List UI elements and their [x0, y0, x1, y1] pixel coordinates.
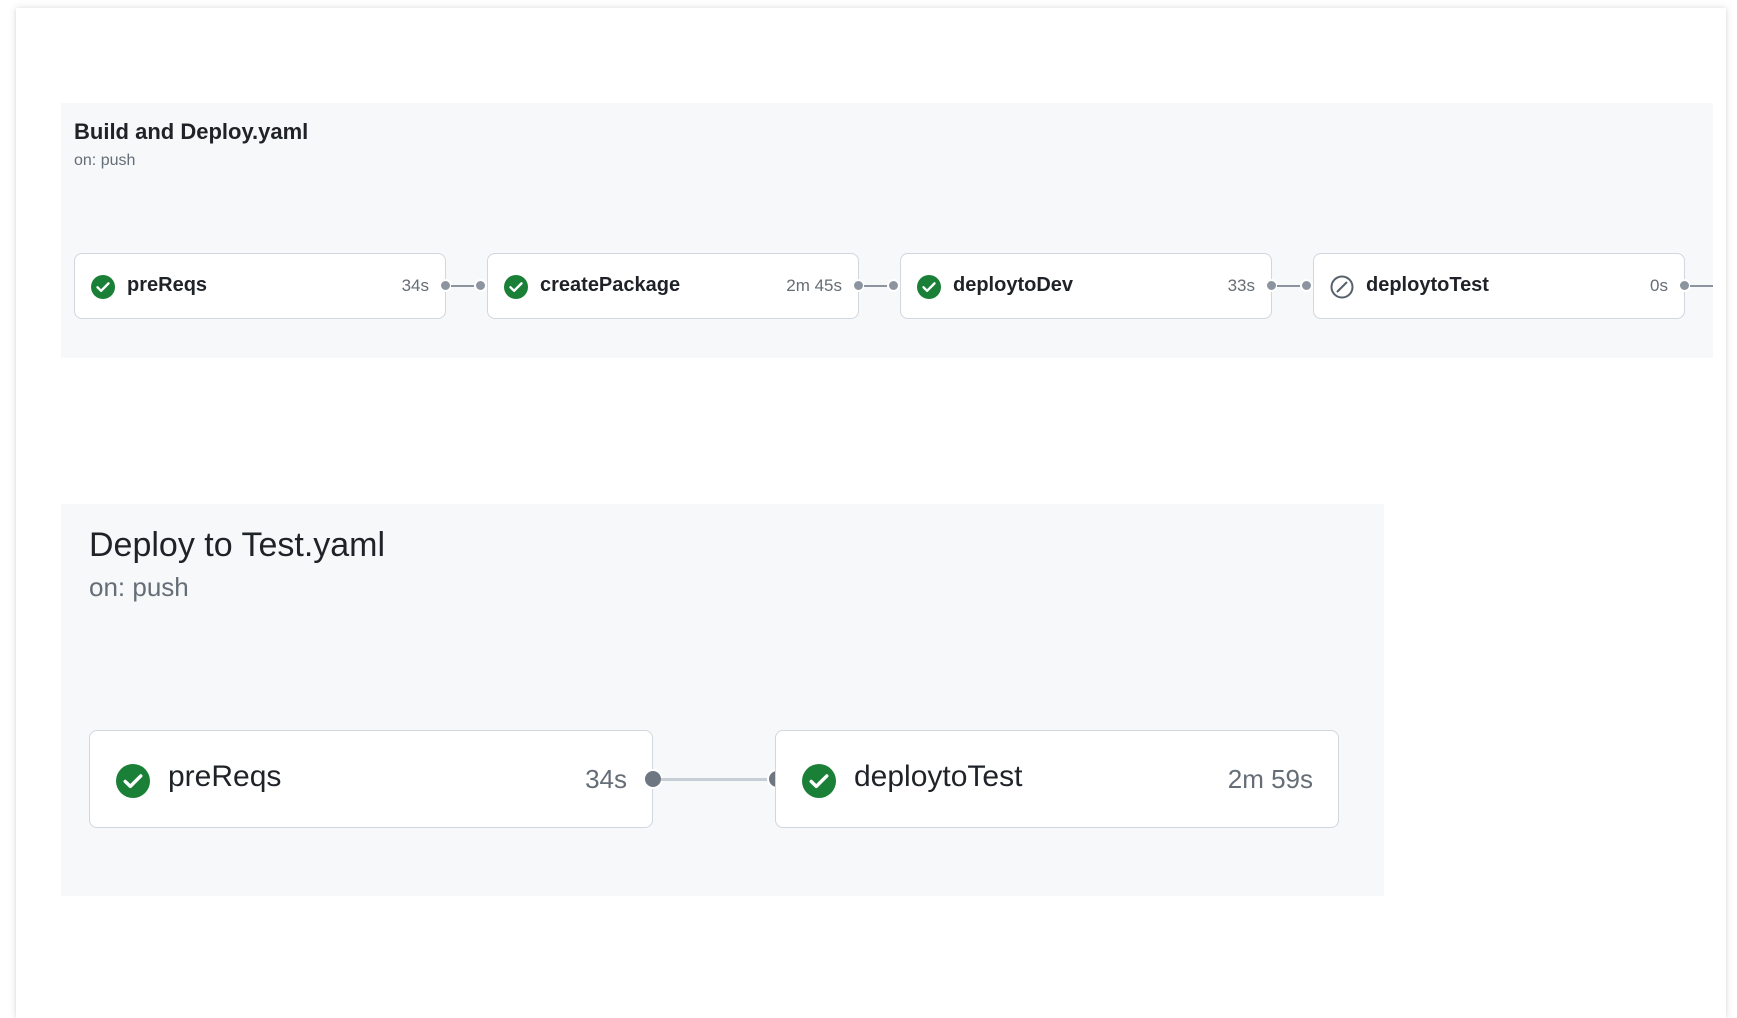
job-input-dot [1300, 279, 1313, 292]
check-circle-fill-icon [802, 764, 836, 798]
workflow-title[interactable]: Build and Deploy.yaml [74, 119, 308, 145]
job-connector [451, 285, 475, 287]
check-circle-fill-icon [116, 764, 150, 798]
job-output-dot [643, 769, 663, 789]
job-duration: 2m 59s [1227, 764, 1313, 794]
workflow-title[interactable]: Deploy to Test.yaml [89, 526, 385, 565]
job-card-createpackage[interactable]: createPackage 2m 45s [487, 253, 859, 319]
check-circle-fill-icon [917, 275, 941, 299]
job-card-deploytotest[interactable]: deploytoTest 2m 59s [775, 730, 1339, 828]
job-card-prereqs[interactable]: preReqs 34s [89, 730, 653, 828]
workflow-graph-build-and-deploy: Build and Deploy.yaml on: push preReqs 3… [61, 103, 1713, 358]
job-duration: 2m 45s [786, 276, 842, 295]
job-card-deploytotest[interactable]: deploytoTest 0s [1313, 253, 1685, 319]
job-duration: 0s [1650, 276, 1668, 295]
job-connector [661, 778, 769, 781]
workflow-trigger: on: push [89, 572, 189, 602]
job-connector [864, 285, 888, 287]
job-duration: 34s [401, 276, 429, 295]
job-input-dot [474, 279, 487, 292]
job-input-dot [887, 279, 900, 292]
workflow-graph-deploy-to-test: Deploy to Test.yaml on: push preReqs 34s… [61, 504, 1384, 896]
job-duration: 34s [585, 764, 627, 794]
job-card-deploytodev[interactable]: deploytoDev 33s [900, 253, 1272, 319]
job-connector [1277, 285, 1301, 287]
job-name: deploytoTest [854, 760, 1023, 793]
job-name: deploytoTest [1366, 274, 1489, 296]
job-name: deploytoDev [953, 274, 1074, 296]
job-name: preReqs [168, 760, 282, 793]
workflow-trigger: on: push [74, 152, 136, 169]
check-circle-fill-icon [504, 275, 528, 299]
job-name: preReqs [127, 274, 208, 296]
skip-icon [1330, 275, 1354, 299]
job-connector [1690, 285, 1713, 287]
job-name: createPackage [540, 274, 681, 296]
check-circle-fill-icon [91, 275, 115, 299]
job-duration: 33s [1227, 276, 1255, 295]
job-card-prereqs[interactable]: preReqs 34s [74, 253, 446, 319]
